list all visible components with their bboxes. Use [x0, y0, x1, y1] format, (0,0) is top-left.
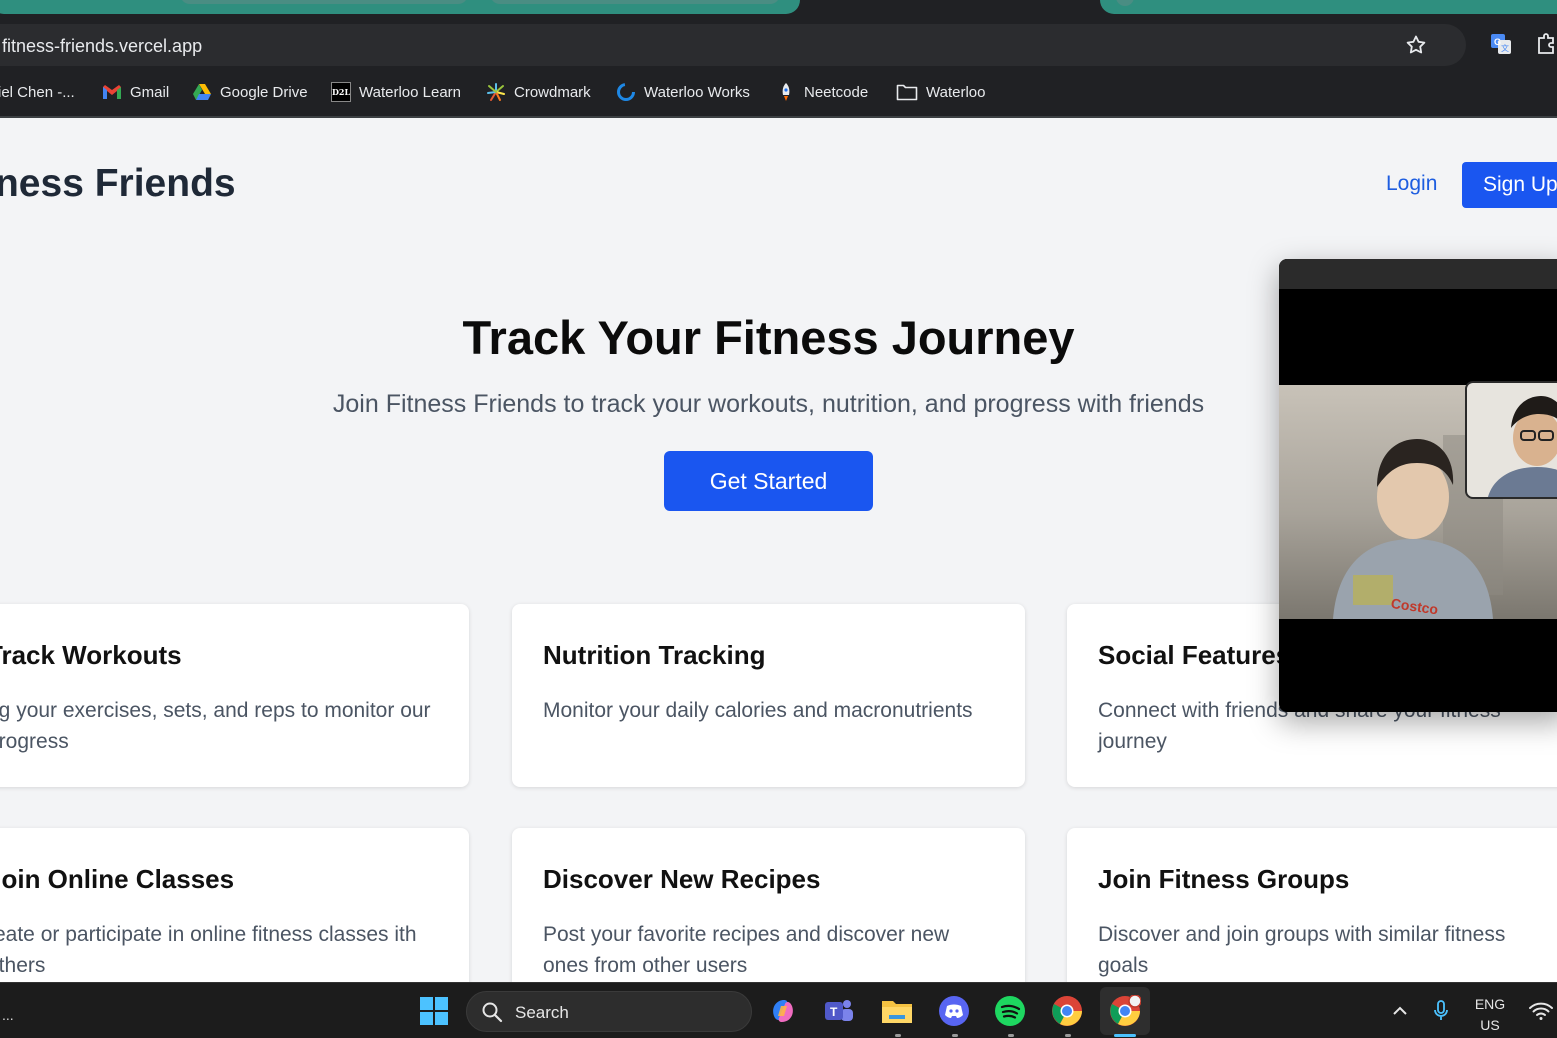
browser-toolbar: S fitness-friends.vercel.app: [0, 22, 1557, 68]
svg-text:文: 文: [1501, 43, 1509, 53]
bookmark-label: Waterloo: [926, 83, 986, 101]
feature-title: Nutrition Tracking: [543, 640, 766, 670]
login-link[interactable]: Login: [1386, 172, 1437, 196]
windows-taskbar: ... Search T ENG US: [0, 982, 1557, 1038]
browser-tab-group[interactable]: [1100, 0, 1557, 14]
browser-tab[interactable]: [490, 0, 780, 4]
bookmark-folder-waterloo[interactable]: Waterloo: [896, 81, 985, 103]
extensions-icon[interactable]: [1536, 33, 1557, 55]
bookmark-gmail[interactable]: Gmail: [102, 81, 169, 103]
feature-description: Post your favorite recipes and discover …: [543, 923, 950, 977]
video-call-titlebar[interactable]: [1279, 259, 1557, 289]
svg-text:T: T: [830, 1005, 838, 1019]
signup-button[interactable]: Sign Up: [1462, 162, 1557, 208]
site-brand[interactable]: tness Friends: [0, 162, 236, 206]
bookmark-crowdmark[interactable]: Crowdmark: [486, 81, 591, 103]
running-indicator: [1008, 1034, 1014, 1037]
browser-tab-group[interactable]: [0, 0, 800, 14]
spotify-icon[interactable]: [994, 995, 1026, 1027]
microphone-icon[interactable]: [1425, 995, 1457, 1027]
bookmark-waterloo-learn[interactable]: D2L Waterloo Learn: [331, 81, 461, 103]
feature-title: Discover New Recipes: [543, 864, 821, 894]
feature-card-online-classes: Join Online Classes reate or participate…: [0, 828, 469, 982]
overflow-text: ...: [2, 1007, 14, 1023]
discord-icon[interactable]: [938, 995, 970, 1027]
file-explorer-icon[interactable]: [881, 995, 913, 1027]
teams-icon[interactable]: T: [823, 995, 855, 1027]
google-drive-icon: [192, 82, 212, 102]
region-code: US: [1480, 1017, 1500, 1033]
feature-description: og your exercises, sets, and reps to mon…: [0, 699, 431, 753]
bookmark-waterloo-works[interactable]: Waterloo Works: [616, 81, 750, 103]
feature-title: Social Features: [1098, 640, 1291, 670]
browser-tab[interactable]: [180, 0, 468, 4]
chrome-profile-icon[interactable]: [1109, 995, 1141, 1027]
get-started-button[interactable]: Get Started: [664, 451, 873, 511]
google-translate-icon[interactable]: G 文: [1490, 33, 1512, 55]
folder-icon: [896, 82, 918, 102]
feature-card-track-workouts: Track Workouts og your exercises, sets, …: [0, 604, 469, 787]
windows-start-icon[interactable]: [418, 995, 450, 1027]
chrome-icon[interactable]: [1051, 995, 1083, 1027]
language-code: ENG: [1474, 996, 1506, 1012]
video-call-window[interactable]: Costco: [1279, 259, 1557, 712]
feature-title: Join Fitness Groups: [1098, 864, 1350, 894]
feature-card-fitness-groups: Join Fitness Groups Discover and join gr…: [1067, 828, 1557, 982]
crowdmark-icon: [486, 82, 506, 102]
bookmarks-bar: iel Chen -... Gmail Google Drive D2L Wat…: [0, 68, 1557, 118]
copilot-icon[interactable]: [767, 995, 799, 1027]
search-icon: [482, 1002, 503, 1023]
bookmark-daniel-chen[interactable]: iel Chen -...: [0, 81, 75, 103]
wifi-icon[interactable]: [1525, 995, 1557, 1027]
feature-title: Track Workouts: [0, 640, 182, 670]
gmail-icon: [102, 82, 122, 102]
bookmark-label: iel Chen -...: [0, 83, 75, 101]
input-language-indicator[interactable]: ENG US: [1474, 994, 1506, 1036]
tab-strip: [0, 0, 1557, 22]
feature-description: reate or participate in online fitness c…: [0, 923, 417, 977]
bookmark-label: Google Drive: [220, 83, 308, 101]
running-indicator: [1065, 1034, 1071, 1037]
browser-tab[interactable]: [1116, 0, 1134, 6]
search-label: Search: [515, 1003, 569, 1022]
bookmark-label: Waterloo Learn: [359, 83, 461, 101]
bookmark-label: Crowdmark: [514, 83, 591, 101]
rocket-icon: [776, 82, 796, 102]
bookmark-label: Waterloo Works: [644, 83, 750, 101]
url-text[interactable]: fitness-friends.vercel.app: [2, 36, 202, 57]
participant-video-self[interactable]: [1465, 381, 1557, 499]
waterloo-works-icon: [616, 82, 636, 102]
bookmark-star-icon[interactable]: [1404, 33, 1428, 57]
feature-description: Monitor your daily calories and macronut…: [543, 699, 973, 722]
bookmark-label: Gmail: [130, 83, 170, 101]
chevron-up-icon[interactable]: [1384, 995, 1416, 1027]
bookmark-google-drive[interactable]: Google Drive: [192, 81, 308, 103]
running-indicator: [952, 1034, 958, 1037]
bookmark-neetcode[interactable]: Neetcode: [776, 81, 868, 103]
svg-text:G: G: [1494, 37, 1501, 47]
feature-title: Join Online Classes: [0, 864, 235, 894]
address-bar[interactable]: S fitness-friends.vercel.app: [0, 24, 1466, 66]
feature-card-nutrition-tracking: Nutrition Tracking Monitor your daily ca…: [512, 604, 1025, 787]
d2l-icon: D2L: [331, 82, 351, 102]
feature-card-recipes: Discover New Recipes Post your favorite …: [512, 828, 1025, 982]
taskbar-search[interactable]: Search: [466, 991, 752, 1032]
self-view-image: [1488, 396, 1557, 497]
active-app-indicator: [1114, 1034, 1136, 1037]
bookmark-label: Neetcode: [804, 83, 869, 101]
running-indicator: [895, 1034, 901, 1037]
feature-description: Discover and join groups with similar fi…: [1098, 923, 1506, 977]
